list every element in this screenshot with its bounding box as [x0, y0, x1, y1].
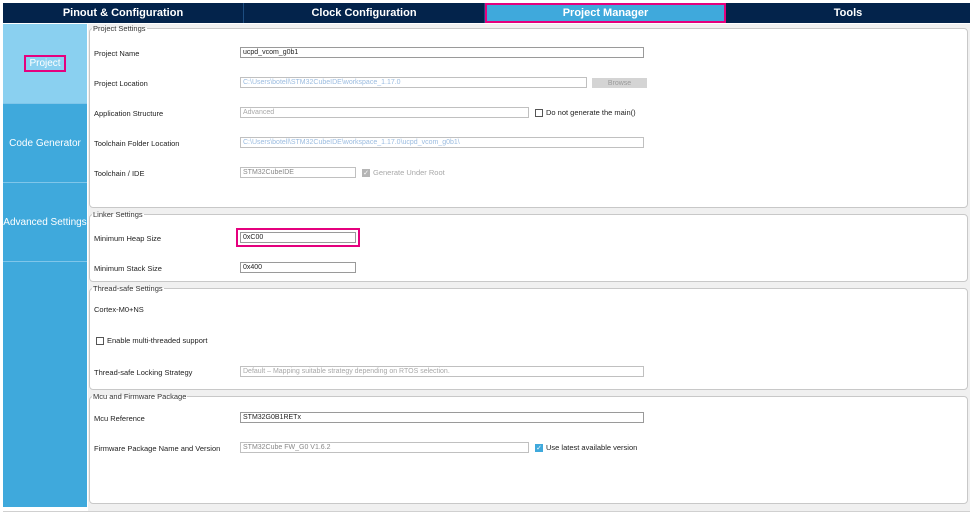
thread-safe-settings-legend: Thread-safe Settings	[93, 284, 163, 293]
min-heap-size-label: Minimum Heap Size	[94, 234, 162, 243]
thread-safe-settings-group: Thread-safe Settings Cortex-M0+NS Enable…	[89, 284, 968, 390]
enable-multithreaded-checkbox[interactable]: Enable multi-threaded support	[96, 336, 207, 345]
tab-tools[interactable]: Tools	[726, 3, 970, 23]
min-stack-size-input[interactable]: 0x400	[240, 262, 356, 273]
mcu-reference-input: STM32G0B1RETx	[240, 412, 644, 423]
do-not-generate-main-box[interactable]	[535, 108, 543, 117]
min-stack-size-label: Minimum Stack Size	[94, 264, 162, 273]
core-label: Cortex-M0+NS	[94, 305, 144, 314]
generate-under-root-box[interactable]: ✓	[362, 168, 370, 177]
mcu-firmware-legend: Mcu and Firmware Package	[93, 392, 187, 401]
toolchain-folder-label: Toolchain Folder Location	[94, 139, 180, 148]
project-location-input[interactable]: C:\Users\botell\STM32CubeIDE\workspace_1…	[240, 77, 587, 88]
tab-project-manager[interactable]: Project Manager	[485, 3, 726, 23]
firmware-package-select[interactable]: STM32Cube FW_G0 V1.6.2	[240, 442, 529, 453]
nav-item-advanced-settings[interactable]: Advanced Settings	[3, 183, 87, 262]
mcu-reference-label: Mcu Reference	[94, 414, 145, 423]
nav-item-project[interactable]: Project	[3, 24, 87, 104]
project-settings-group: Project Settings Project Name ucpd_vcom_…	[89, 24, 968, 208]
application-structure-select[interactable]: Advanced	[240, 107, 529, 118]
project-location-label: Project Location	[94, 79, 148, 88]
application-structure-label: Application Structure	[94, 109, 164, 118]
project-settings-legend: Project Settings	[93, 24, 146, 33]
nav-item-project-label: Project	[24, 55, 66, 72]
toolchain-ide-label: Toolchain / IDE	[94, 169, 145, 178]
locking-strategy-select[interactable]: Default – Mapping suitable strategy depe…	[240, 366, 644, 377]
use-latest-version-box[interactable]: ✓	[535, 443, 543, 452]
enable-multithreaded-box[interactable]	[96, 336, 104, 345]
generate-under-root-label: Generate Under Root	[373, 168, 445, 177]
tab-clock-configuration[interactable]: Clock Configuration	[244, 3, 485, 23]
min-heap-size-input[interactable]: 0xC00	[236, 228, 360, 247]
enable-multithreaded-label: Enable multi-threaded support	[107, 336, 208, 345]
nav-item-advanced-settings-label: Advanced Settings	[3, 216, 87, 228]
do-not-generate-main-label: Do not generate the main()	[546, 108, 636, 117]
firmware-package-label: Firmware Package Name and Version	[94, 444, 221, 453]
toolchain-ide-select[interactable]: STM32CubeIDE	[240, 167, 356, 178]
use-latest-version-label: Use latest available version	[546, 443, 638, 452]
project-name-label: Project Name	[94, 49, 140, 58]
do-not-generate-main-checkbox[interactable]: Do not generate the main()	[535, 108, 636, 117]
mcu-firmware-group: Mcu and Firmware Package Mcu Reference S…	[89, 392, 968, 504]
nav-item-code-generator-label: Code Generator	[9, 137, 81, 149]
top-tab-bar: Pinout & Configuration Clock Configurati…	[3, 3, 970, 23]
toolchain-folder-input[interactable]: C:\Users\botell\STM32CubeIDE\workspace_1…	[240, 137, 644, 148]
linker-settings-group: Linker Settings Minimum Heap Size 0xC00 …	[89, 210, 968, 282]
browse-button[interactable]: Browse	[592, 78, 647, 88]
generate-under-root-checkbox[interactable]: ✓ Generate Under Root	[362, 168, 445, 177]
use-latest-version-checkbox[interactable]: ✓ Use latest available version	[535, 443, 637, 452]
tab-pinout-configuration[interactable]: Pinout & Configuration	[3, 3, 244, 23]
locking-strategy-label: Thread-safe Locking Strategy	[94, 368, 193, 377]
project-name-input[interactable]: ucpd_vcom_g0b1	[240, 47, 644, 58]
nav-item-code-generator[interactable]: Code Generator	[3, 104, 87, 183]
left-navigation: Project Code Generator Advanced Settings	[3, 24, 87, 507]
linker-settings-legend: Linker Settings	[93, 210, 143, 219]
bottom-divider	[3, 511, 970, 512]
project-manager-content: Project Settings Project Name ucpd_vcom_…	[88, 24, 970, 511]
